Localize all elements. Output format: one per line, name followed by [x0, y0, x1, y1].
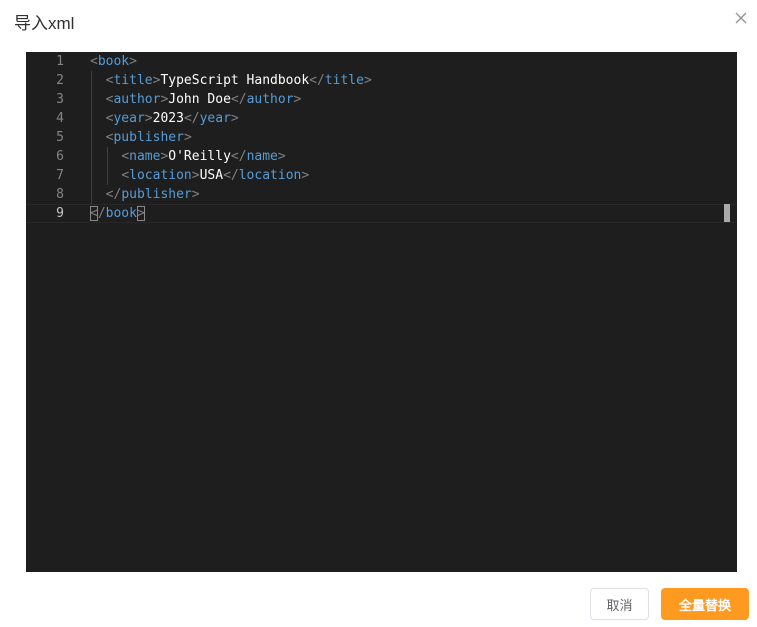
xml-text: John Doe	[168, 92, 231, 107]
xml-code-editor[interactable]: 1 2 3 4 5 6 7 8 9 <book> <title>TypeScri…	[26, 52, 737, 572]
xml-tag: location	[129, 168, 192, 183]
code-line-1: <book>	[90, 54, 137, 69]
xml-text: USA	[199, 168, 224, 183]
line-number: 3	[56, 92, 64, 107]
close-icon	[735, 12, 747, 24]
xml-text: O'Reilly	[168, 149, 231, 164]
code-line-5: <publisher>	[105, 130, 192, 145]
xml-tag: title	[113, 73, 153, 88]
line-number-gutter: 1 2 3 4 5 6 7 8 9	[26, 52, 86, 572]
close-button[interactable]	[733, 9, 749, 27]
xml-tag: publisher	[121, 187, 192, 202]
xml-text: 2023	[152, 111, 184, 126]
matched-bracket: <	[90, 206, 98, 221]
line-number: 4	[56, 111, 64, 126]
dialog-title: 导入xml	[14, 14, 75, 33]
overview-ruler-cursor[interactable]	[724, 204, 730, 222]
xml-tag: year	[113, 111, 145, 126]
xml-tag: title	[324, 73, 364, 88]
replace-all-button[interactable]: 全量替换	[661, 588, 749, 620]
import-xml-dialog: 导入xml 1 2 3 4 5 6 7 8 9 <book> <title>Ty…	[0, 0, 757, 627]
xml-tag: book	[97, 54, 130, 69]
line-number: 6	[56, 149, 64, 164]
xml-tag: name	[246, 149, 278, 164]
code-line-8: </publisher>	[105, 187, 200, 202]
xml-tag: name	[129, 149, 161, 164]
line-number-active: 9	[56, 206, 64, 221]
line-number: 8	[56, 187, 64, 202]
line-number: 2	[56, 73, 64, 88]
cancel-button[interactable]: 取消	[590, 588, 649, 620]
matched-bracket: >	[136, 206, 145, 221]
xml-tag: year	[199, 111, 231, 126]
xml-tag: author	[246, 92, 294, 107]
xml-tag: publisher	[113, 130, 184, 145]
code-line-2: <title>TypeScript Handbook</title>	[105, 73, 372, 88]
line-number: 7	[56, 168, 64, 183]
line-number: 5	[56, 130, 64, 145]
code-line-7: <location>USA</location>	[121, 168, 310, 183]
xml-tag: location	[238, 168, 302, 183]
code-line-6: <name>O'Reilly</name>	[121, 149, 286, 164]
code-line-4: <year>2023</year>	[105, 111, 239, 126]
code-line-9: </book>	[90, 206, 145, 221]
xml-tag: book	[105, 206, 137, 221]
code-line-3: <author>John Doe</author>	[105, 92, 302, 107]
line-number: 1	[56, 54, 64, 69]
xml-text: TypeScript Handbook	[160, 73, 310, 88]
xml-tag: author	[113, 92, 161, 107]
